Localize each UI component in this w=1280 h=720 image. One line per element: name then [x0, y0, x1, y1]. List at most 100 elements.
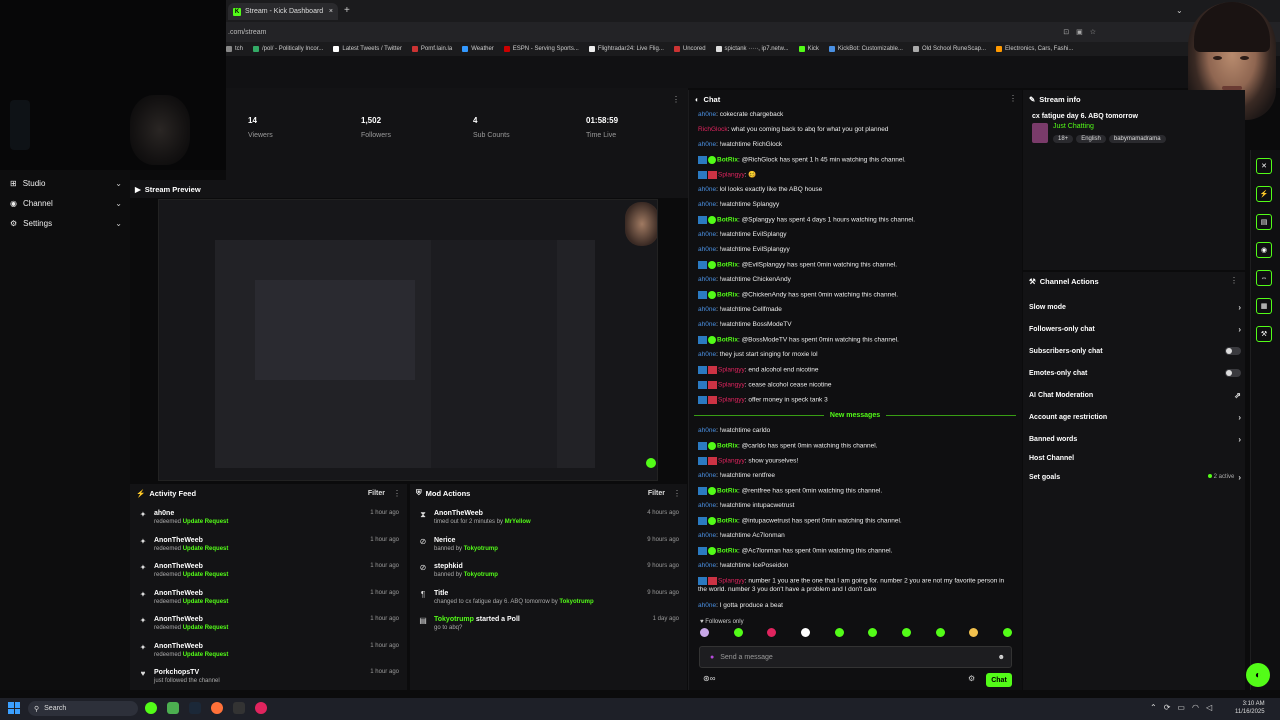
channel-action-control[interactable]: ›	[1238, 435, 1241, 444]
stream-tag[interactable]: 18+	[1053, 135, 1074, 143]
bookmark-item[interactable]: Uncored	[673, 46, 706, 52]
chat-username[interactable]: BotRix	[717, 262, 738, 269]
chat-username[interactable]: ah0ne	[698, 306, 716, 313]
chat-username[interactable]: ah0ne	[698, 186, 716, 193]
emote-icon[interactable]	[1002, 628, 1012, 637]
channel-action-account-age-restriction[interactable]: Account age restriction ›	[1029, 409, 1241, 425]
activity-user[interactable]: AnonTheWeeb	[154, 616, 228, 623]
emote-icon[interactable]	[901, 628, 911, 637]
emote-icon[interactable]	[767, 628, 777, 637]
channel-action-banned-words[interactable]: Banned words ›	[1029, 431, 1241, 447]
screenshot-icon[interactable]: ▣	[1076, 28, 1083, 36]
activity-user[interactable]: PorkchopsTV	[154, 669, 220, 676]
mod-action-by[interactable]: Tokyotrump	[559, 599, 593, 605]
emoji-icon[interactable]: ☻	[998, 654, 1005, 661]
sidebar-item-settings[interactable]: ⚙ Settings ⌄	[10, 214, 122, 232]
mod-action-by[interactable]: Tokyotrump	[464, 546, 498, 552]
install-icon[interactable]: ⊡	[1063, 28, 1069, 36]
browser-tab[interactable]: K Stream - Kick Dashboard ×	[228, 3, 338, 20]
mod-action-target[interactable]: Title	[434, 590, 594, 597]
url-bar[interactable]: .com/stream ⊡ ▣ ☆	[226, 22, 1280, 42]
channel-action-control[interactable]: ›	[1238, 303, 1241, 312]
chat-username[interactable]: Splangyy	[718, 458, 745, 465]
chat-username[interactable]: ah0ne	[698, 111, 716, 118]
stream-tag[interactable]: English	[1076, 135, 1106, 143]
channel-action-ai-chat-moderation[interactable]: AI Chat Moderation ⇗	[1029, 387, 1241, 403]
activity-user[interactable]: AnonTheWeeb	[154, 590, 228, 597]
chat-username[interactable]: ah0ne	[698, 602, 716, 609]
chat-username[interactable]: ah0ne	[698, 276, 716, 283]
sidebar-item-studio[interactable]: ⊞ Studio ⌄	[10, 174, 122, 192]
rail-button-1[interactable]: ✕	[1256, 158, 1272, 174]
rail-button-2[interactable]: ⚡	[1256, 186, 1272, 202]
channel-action-control[interactable]	[1225, 347, 1241, 355]
stats-menu-icon[interactable]: ⋮	[672, 95, 680, 104]
chat-username[interactable]: Splangyy	[718, 367, 745, 374]
chat-input[interactable]: ● Send a message ☻	[699, 646, 1012, 668]
chat-username[interactable]: BotRix	[717, 217, 738, 224]
obs-icon[interactable]	[255, 702, 267, 714]
channel-action-emotes-only-chat[interactable]: Emotes-only chat	[1029, 365, 1241, 381]
send-chat-button[interactable]: Chat	[986, 673, 1012, 687]
chat-settings-icon[interactable]: ⚙	[968, 674, 975, 683]
bookmark-item[interactable]: KickBot: Customizable...	[828, 46, 903, 52]
taskbar-clock[interactable]: 3:10 AM 11/16/2025	[1235, 700, 1265, 716]
mod-action-by[interactable]: MrYellow	[505, 519, 531, 525]
stream-preview-video[interactable]	[158, 199, 658, 481]
rail-button-4[interactable]: ◉	[1256, 242, 1272, 258]
chat-username[interactable]: ah0ne	[698, 562, 716, 569]
app-icon[interactable]	[167, 702, 179, 714]
chat-username[interactable]: ah0ne	[698, 246, 716, 253]
system-tray[interactable]: ⌃ ⟳ ▭ ◠ ◁	[1150, 703, 1212, 712]
chat-username[interactable]: ah0ne	[698, 532, 716, 539]
mod-action-by[interactable]: Tokyotrump	[464, 572, 498, 578]
chat-username[interactable]: BotRix	[717, 157, 738, 164]
chat-username[interactable]: ah0ne	[698, 472, 716, 479]
bookmark-item[interactable]: Flightradar24: Live Flig...	[588, 46, 664, 52]
bookmark-item[interactable]: Electronics, Cars, Fashi...	[996, 46, 1073, 52]
bookmark-item[interactable]: spictank ·····, ip7.netw...	[715, 46, 789, 52]
channel-action-control[interactable]	[1225, 369, 1241, 377]
taskbar-search[interactable]: ⚲ Search	[28, 701, 138, 716]
channel-action-control[interactable]: ⇗	[1234, 391, 1241, 400]
rail-button-6[interactable]: ▦	[1256, 298, 1272, 314]
chat-username[interactable]: ah0ne	[698, 427, 716, 434]
channel-action-host-channel[interactable]: Host Channel	[1029, 450, 1241, 466]
bookmark-item[interactable]: Latest Tweets / Twitter	[333, 46, 402, 52]
steam-icon[interactable]	[189, 702, 201, 714]
rail-button-7[interactable]: ⚒	[1256, 326, 1272, 342]
toggle-switch[interactable]	[1225, 369, 1241, 377]
mod-action-target[interactable]: Tokyotrump started a Poll	[434, 616, 520, 623]
mod-action-target[interactable]: Nerice	[434, 537, 498, 544]
chat-username[interactable]: RichGlock	[698, 126, 728, 133]
floating-chat-button[interactable]: ◐	[1246, 663, 1270, 687]
chat-username[interactable]: ah0ne	[698, 351, 716, 358]
toggle-switch[interactable]	[1225, 347, 1241, 355]
channel-action-set-goals[interactable]: Set goals 2 active ›	[1029, 469, 1241, 485]
mod-action-target[interactable]: AnonTheWeeb	[434, 510, 531, 517]
bookmark-star-icon[interactable]: ☆	[1090, 28, 1096, 36]
emote-icon[interactable]	[834, 628, 844, 637]
rail-button-3[interactable]: ▤	[1256, 214, 1272, 230]
mod-menu-icon[interactable]: ⋮	[673, 489, 681, 498]
chat-username[interactable]: BotRix	[717, 292, 738, 299]
windows-start-icon[interactable]	[8, 702, 20, 714]
chat-username[interactable]: BotRix	[717, 488, 738, 495]
firefox-icon[interactable]	[211, 702, 223, 714]
bookmark-item[interactable]: Pomf.lain.la	[411, 46, 452, 52]
channel-action-control[interactable]: ›	[1238, 325, 1241, 334]
chat-username[interactable]: ah0ne	[698, 201, 716, 208]
stream-tag[interactable]: babymamadrama	[1108, 135, 1166, 143]
channel-action-followers-only-chat[interactable]: Followers-only chat ›	[1029, 321, 1241, 337]
infinity-icon[interactable]: ⊛∞	[703, 674, 715, 683]
emote-icon[interactable]	[700, 628, 709, 637]
chat-username[interactable]: BotRix	[717, 337, 738, 344]
sidebar-item-channel[interactable]: ◉ Channel ⌄	[10, 194, 122, 212]
chat-username[interactable]: BotRix	[717, 518, 738, 525]
emote-icon[interactable]	[800, 628, 810, 637]
channel-action-control[interactable]: ›	[1238, 413, 1241, 422]
channel-action-slow-mode[interactable]: Slow mode ›	[1029, 299, 1241, 315]
stream-category[interactable]: Just Chatting	[1053, 123, 1169, 130]
tab-close-icon[interactable]: ×	[329, 8, 333, 15]
bookmark-item[interactable]: Old School RuneScap...	[912, 46, 986, 52]
